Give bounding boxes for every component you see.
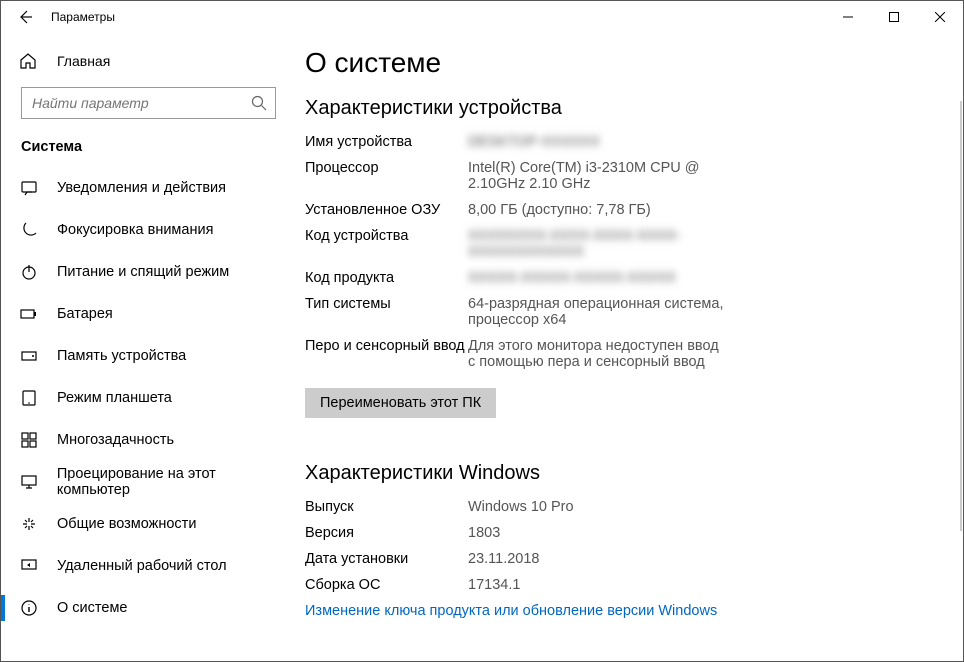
label-device-id: Код устройства (305, 228, 468, 260)
notifications-icon (19, 179, 39, 197)
window-controls (825, 1, 963, 33)
sidebar-item-label: Питание и спящий режим (57, 264, 229, 280)
home-label: Главная (57, 53, 110, 69)
sidebar-item-label: О системе (57, 600, 127, 616)
projecting-icon (19, 473, 39, 491)
sidebar-item-label: Режим планшета (57, 390, 172, 406)
info-icon (19, 599, 39, 617)
sidebar-item-storage[interactable]: Память устройства (1, 335, 301, 377)
sidebar-nav: Уведомления и действия Фокусировка внима… (1, 167, 301, 629)
row-device-id: Код устройства XXXXXXXX-XXXX-XXXX-XXXX-X… (305, 228, 943, 260)
power-icon (19, 263, 39, 281)
sidebar-item-notifications[interactable]: Уведомления и действия (1, 167, 301, 209)
sidebar-item-label: Удаленный рабочий стол (57, 558, 227, 574)
row-ram: Установленное ОЗУ 8,00 ГБ (доступно: 7,7… (305, 202, 943, 218)
storage-icon (19, 347, 39, 365)
sidebar-item-label: Память устройства (57, 348, 186, 364)
sidebar-item-projecting[interactable]: Проецирование на этот компьютер (1, 461, 301, 503)
label-ram: Установленное ОЗУ (305, 202, 468, 218)
sidebar-item-label: Батарея (57, 306, 113, 322)
windows-spec-heading: Характеристики Windows (305, 462, 943, 485)
sidebar-item-about[interactable]: О системе (1, 587, 301, 629)
label-version: Версия (305, 525, 468, 541)
sidebar-item-power-sleep[interactable]: Питание и спящий режим (1, 251, 301, 293)
value-product-id: XXXXX-XXXXX-XXXXX-XXXXX (468, 270, 676, 286)
change-product-key-link[interactable]: Изменение ключа продукта или обновление … (305, 603, 943, 619)
value-version: 1803 (468, 525, 500, 541)
focus-assist-icon (19, 221, 39, 239)
label-pen-touch: Перо и сенсорный ввод (305, 338, 468, 370)
titlebar: Параметры (1, 1, 963, 33)
value-os-build: 17134.1 (468, 577, 520, 593)
home-link[interactable]: Главная (1, 41, 301, 81)
sidebar-item-label: Многозадачность (57, 432, 174, 448)
sidebar-item-focus-assist[interactable]: Фокусировка внимания (1, 209, 301, 251)
minimize-button[interactable] (825, 1, 871, 33)
search-input-wrap[interactable] (21, 87, 276, 119)
sidebar-item-battery[interactable]: Батарея (1, 293, 301, 335)
sidebar-item-tablet-mode[interactable]: Режим планшета (1, 377, 301, 419)
label-edition: Выпуск (305, 499, 468, 515)
app-title: Параметры (51, 10, 115, 24)
sidebar-item-shared-experiences[interactable]: Общие возможности (1, 503, 301, 545)
device-spec-heading: Характеристики устройства (305, 97, 943, 120)
battery-icon (19, 305, 39, 323)
value-edition: Windows 10 Pro (468, 499, 574, 515)
settings-window: Параметры Главная Система (0, 0, 964, 662)
maximize-icon (889, 12, 899, 22)
value-device-name: DESKTOP-XXXXXX (468, 134, 600, 150)
sidebar-item-remote-desktop[interactable]: Удаленный рабочий стол (1, 545, 301, 587)
scrollbar[interactable] (960, 101, 962, 531)
label-processor: Процессор (305, 160, 468, 192)
value-system-type: 64-разрядная операционная система, проце… (468, 296, 728, 328)
sidebar-item-label: Фокусировка внимания (57, 222, 213, 238)
shared-icon (19, 515, 39, 533)
rename-pc-button[interactable]: Переименовать этот ПК (305, 388, 496, 418)
search-input[interactable] (32, 95, 251, 111)
row-os-build: Сборка ОС 17134.1 (305, 577, 943, 593)
row-install-date: Дата установки 23.11.2018 (305, 551, 943, 567)
content-area: О системе Характеристики устройства Имя … (301, 33, 963, 661)
sidebar-item-label: Уведомления и действия (57, 180, 226, 196)
home-icon (19, 52, 39, 70)
sidebar-section-title: Система (1, 129, 301, 167)
sidebar: Главная Система Уведомления и действия Ф… (1, 33, 301, 661)
value-pen-touch: Для этого монитора недоступен ввод с пом… (468, 338, 728, 370)
tablet-icon (19, 389, 39, 407)
close-icon (935, 12, 945, 22)
row-product-id: Код продукта XXXXX-XXXXX-XXXXX-XXXXX (305, 270, 943, 286)
row-pen-touch: Перо и сенсорный ввод Для этого монитора… (305, 338, 943, 370)
row-edition: Выпуск Windows 10 Pro (305, 499, 943, 515)
row-processor: Процессор Intel(R) Core(TM) i3-2310M CPU… (305, 160, 943, 192)
label-system-type: Тип системы (305, 296, 468, 328)
maximize-button[interactable] (871, 1, 917, 33)
label-os-build: Сборка ОС (305, 577, 468, 593)
remote-desktop-icon (19, 557, 39, 575)
arrow-left-icon (17, 9, 33, 25)
row-device-name: Имя устройства DESKTOP-XXXXXX (305, 134, 943, 150)
label-install-date: Дата установки (305, 551, 468, 567)
row-version: Версия 1803 (305, 525, 943, 541)
search-icon (251, 95, 267, 111)
label-product-id: Код продукта (305, 270, 468, 286)
value-ram: 8,00 ГБ (доступно: 7,78 ГБ) (468, 202, 651, 218)
close-button[interactable] (917, 1, 963, 33)
page-title: О системе (305, 47, 943, 79)
sidebar-item-label: Общие возможности (57, 516, 196, 532)
minimize-icon (843, 12, 853, 22)
sidebar-item-label: Проецирование на этот компьютер (57, 466, 291, 498)
value-processor: Intel(R) Core(TM) i3-2310M CPU @ 2.10GHz… (468, 160, 728, 192)
value-install-date: 23.11.2018 (468, 551, 540, 567)
back-button[interactable] (13, 5, 37, 29)
row-system-type: Тип системы 64-разрядная операционная си… (305, 296, 943, 328)
multitasking-icon (19, 431, 39, 449)
value-device-id: XXXXXXXX-XXXX-XXXX-XXXX-XXXXXXXXXXXX (468, 228, 728, 260)
label-device-name: Имя устройства (305, 134, 468, 150)
sidebar-item-multitasking[interactable]: Многозадачность (1, 419, 301, 461)
